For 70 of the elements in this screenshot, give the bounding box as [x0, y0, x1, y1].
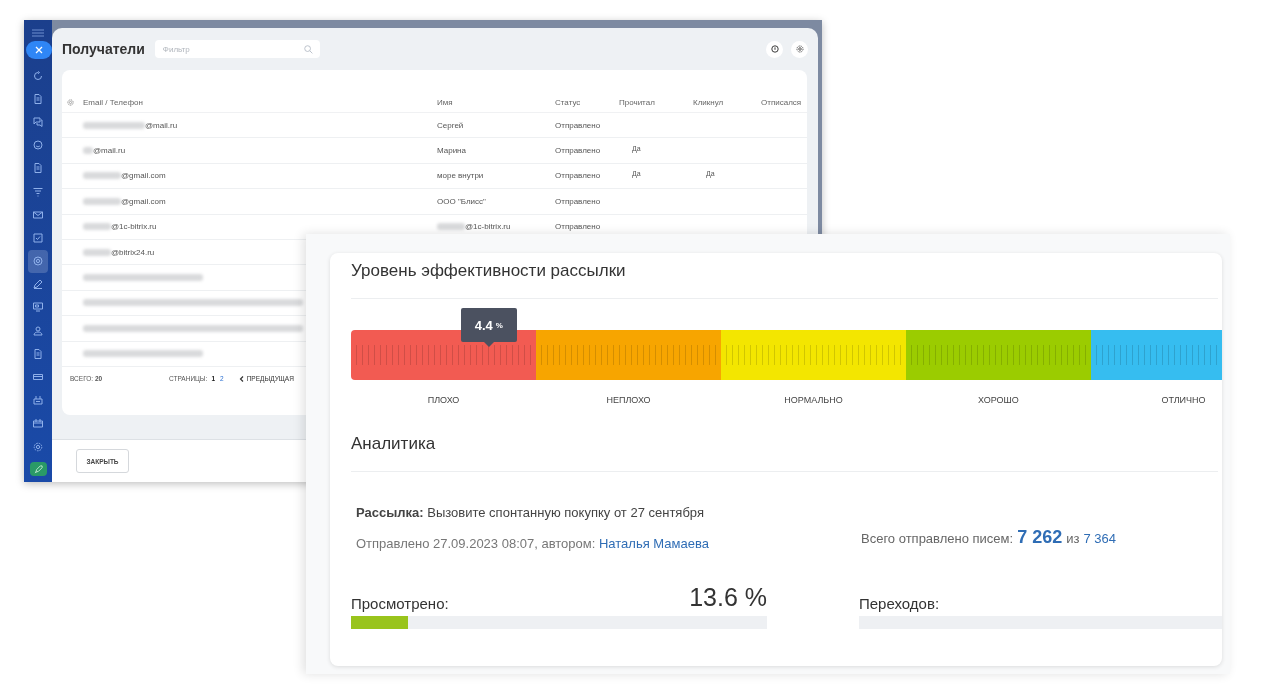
- table-cell: @gmail.com: [121, 196, 166, 206]
- table-cell: @bitrix24.ru: [111, 247, 155, 257]
- table-cell: Отправлено: [555, 146, 601, 156]
- pen-icon: [33, 464, 43, 474]
- column-header[interactable]: Email / Телефон: [83, 97, 143, 107]
- section-title: Аналитика: [351, 426, 1218, 472]
- scale-label: НОРМАЛЬНО: [784, 395, 843, 405]
- table-cell: море внутри: [437, 171, 484, 181]
- table-cell: Сергей: [437, 120, 464, 130]
- table-cell: Марина: [437, 146, 466, 156]
- close-button[interactable]: [25, 41, 52, 59]
- calendar-icon[interactable]: [33, 418, 43, 429]
- scale-label: ОТЛИЧНО: [1161, 395, 1206, 405]
- people-icon[interactable]: [33, 325, 43, 336]
- filter-icon[interactable]: [33, 186, 43, 197]
- refresh-icon[interactable]: [33, 70, 43, 81]
- card-icon[interactable]: [33, 372, 43, 383]
- table-cell: Отправлено: [555, 222, 601, 232]
- page-title: Получатели: [62, 41, 145, 57]
- author-link[interactable]: Наталья Мамаева: [598, 536, 709, 551]
- metric-label: Переходов:: [859, 595, 940, 612]
- settings-icon: [795, 45, 804, 53]
- doc-icon[interactable]: [33, 93, 43, 104]
- chat-icon[interactable]: [33, 116, 43, 127]
- metric-label: Просмотрено:: [351, 595, 449, 612]
- launch-button[interactable]: [29, 462, 47, 477]
- table-cell: @gmail.com: [121, 171, 166, 181]
- tooltip-unit: %: [495, 320, 503, 330]
- table-cell: Отправлено: [555, 120, 601, 130]
- bot-icon[interactable]: [33, 395, 43, 406]
- column-header[interactable]: Кликнул: [693, 97, 724, 107]
- sent-label: Всего отправлено писем:: [861, 530, 1014, 546]
- column-header[interactable]: Статус: [555, 97, 581, 107]
- filter-field[interactable]: Фильтр: [154, 40, 320, 58]
- settings-button[interactable]: [791, 40, 808, 58]
- settings-icon[interactable]: [33, 441, 43, 452]
- scale-label: ХОРОШО: [978, 395, 1019, 405]
- table-cell: @mail.ru: [145, 120, 178, 130]
- search-icon: [303, 44, 313, 54]
- sent-number: 7 262: [1017, 526, 1063, 548]
- chevron-left-icon: [238, 375, 244, 382]
- column-header[interactable]: Прочитал: [619, 97, 655, 107]
- mailing-name: Рассылка: Вызовите спонтанную покупку от 27 сентября: [356, 505, 705, 520]
- table-cell: Отправлено: [555, 196, 601, 206]
- info-button[interactable]: [766, 40, 783, 58]
- info-icon: [770, 45, 779, 53]
- face-icon[interactable]: [33, 140, 43, 151]
- metric-value: 13.6 %: [689, 583, 767, 612]
- table-cell: @1c-bitrix.ru: [465, 222, 511, 232]
- tooltip-value: 4.4: [474, 317, 493, 333]
- table-cell: Отправлено: [555, 171, 601, 181]
- screen-icon[interactable]: [33, 302, 43, 313]
- sent-info: Отправлено 27.09.2023 08:07, автором: Наталья Мамаева: [356, 536, 710, 551]
- section-title: Уровень эффективности рассылки: [351, 253, 1218, 299]
- doc-icon[interactable]: [33, 348, 43, 359]
- column-header[interactable]: Имя: [437, 97, 453, 107]
- of-label: из: [1066, 530, 1080, 546]
- table-cell: @mail.ru: [93, 146, 126, 156]
- column-header[interactable]: Отписался: [761, 97, 802, 107]
- table-cell: @1c-bitrix.ru: [111, 222, 157, 232]
- target-icon[interactable]: [33, 256, 43, 267]
- close-icon: [34, 46, 43, 54]
- table-cell: ООО "Блисс": [437, 196, 486, 206]
- pen-icon[interactable]: [33, 279, 43, 290]
- check-icon[interactable]: [33, 232, 43, 243]
- scale-label: НЕПЛОХО: [606, 395, 651, 405]
- doc-icon[interactable]: [33, 163, 43, 174]
- total-number: 7 364: [1083, 530, 1116, 546]
- mail-icon[interactable]: [33, 209, 43, 220]
- scale-label: ПЛОХО: [427, 395, 460, 405]
